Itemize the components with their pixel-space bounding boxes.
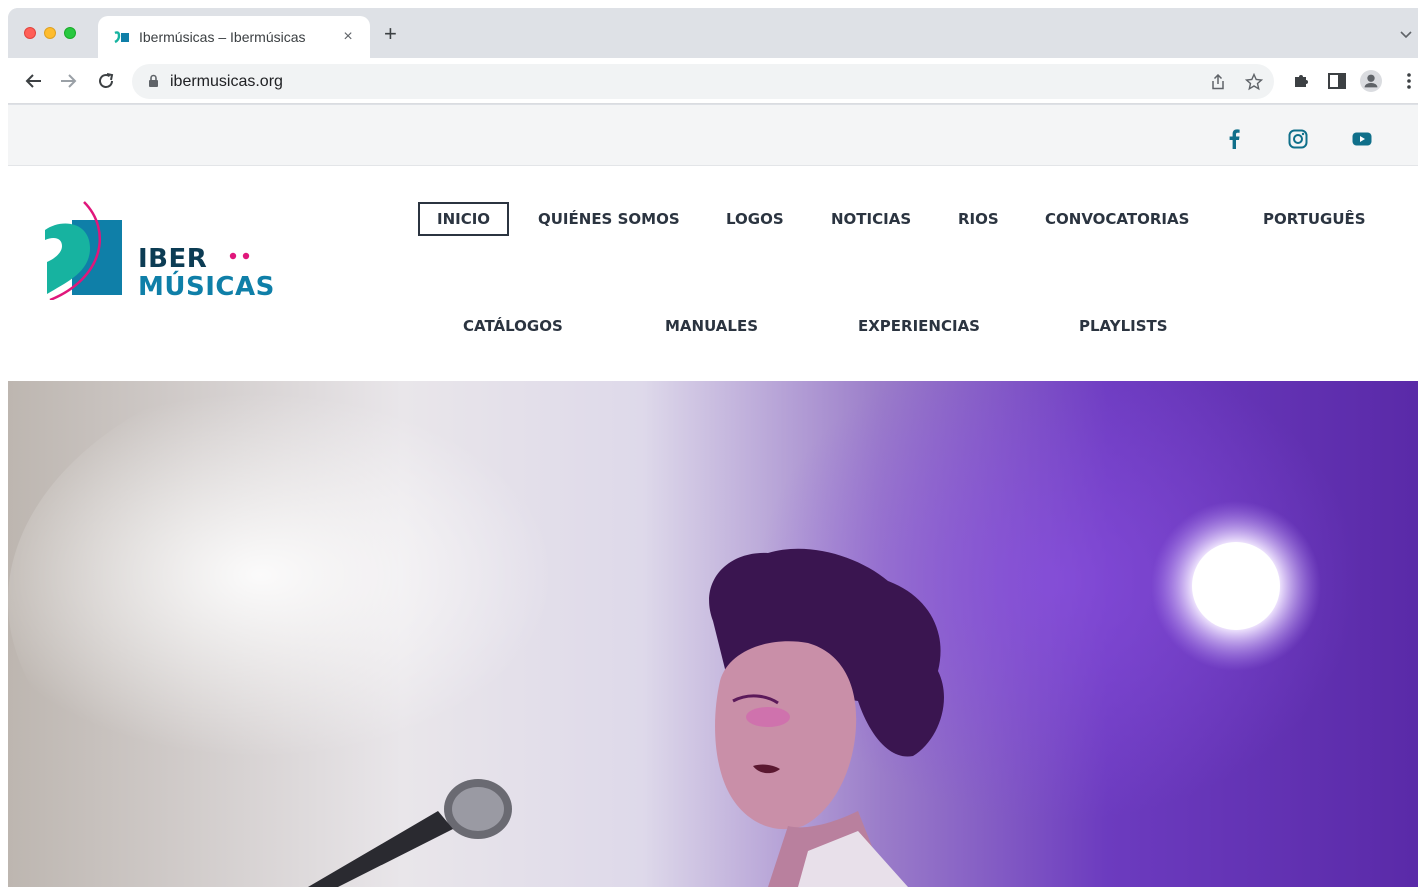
site-favicon-icon	[114, 29, 130, 45]
close-window-button[interactable]	[24, 27, 36, 39]
more-menu-icon[interactable]	[1398, 70, 1418, 92]
youtube-icon[interactable]	[1351, 129, 1373, 149]
nav-item-logos[interactable]: LOGOS	[726, 210, 784, 228]
nav-item-quienes-somos[interactable]: QUIÉNES SOMOS	[538, 210, 680, 228]
nav-item-catalogos[interactable]: CATÁLOGOS	[463, 317, 563, 335]
social-bar	[8, 105, 1418, 166]
new-tab-button[interactable]: +	[384, 23, 397, 45]
browser-tab[interactable]: Ibermúsicas – Ibermúsicas ×	[98, 16, 370, 58]
web-page: IBER MÚSICAS INICIO QUIÉNES SOMOS LOGOS …	[8, 105, 1418, 887]
nav-item-manuales[interactable]: MANUALES	[665, 317, 758, 335]
chevron-down-icon[interactable]	[1398, 26, 1414, 42]
url-text: ibermusicas.org	[170, 73, 283, 90]
logo-text-iber: IBER	[138, 244, 208, 274]
logo-dots-icon	[229, 252, 250, 260]
minimize-window-button[interactable]	[44, 27, 56, 39]
instagram-icon[interactable]	[1287, 129, 1309, 149]
nav-item-convocatorias[interactable]: CONVOCATORIAS	[1045, 210, 1189, 228]
browser-toolbar: ibermusicas.org	[8, 58, 1418, 104]
browser-window: Ibermúsicas – Ibermúsicas × + ibermusica…	[8, 8, 1418, 887]
site-header: IBER MÚSICAS INICIO QUIÉNES SOMOS LOGOS …	[8, 166, 1418, 381]
share-icon[interactable]	[1208, 72, 1228, 92]
lock-icon[interactable]	[148, 74, 159, 93]
site-logo[interactable]: IBER MÚSICAS	[42, 200, 292, 310]
nav-item-noticias[interactable]: NOTICIAS	[831, 210, 911, 228]
tab-title: Ibermúsicas – Ibermúsicas	[139, 29, 306, 45]
maximize-window-button[interactable]	[64, 27, 76, 39]
address-bar[interactable]: ibermusicas.org	[132, 64, 1274, 99]
nav-item-portugues[interactable]: PORTUGUÊS	[1263, 210, 1366, 228]
nav-item-experiencias[interactable]: EXPERIENCIAS	[858, 317, 980, 335]
hero-image	[8, 381, 1418, 887]
bookmark-star-icon[interactable]	[1244, 72, 1264, 92]
side-panel-icon[interactable]	[1326, 70, 1348, 92]
facebook-icon[interactable]	[1223, 129, 1245, 149]
nav-item-rios[interactable]: RIOS	[958, 210, 999, 228]
tab-strip: Ibermúsicas – Ibermúsicas × +	[8, 8, 1418, 58]
profile-avatar-icon[interactable]	[1360, 70, 1382, 92]
forward-arrow-icon[interactable]	[56, 69, 80, 93]
reload-icon[interactable]	[94, 69, 118, 93]
logo-text-musicas: MÚSICAS	[138, 272, 275, 302]
back-arrow-icon[interactable]	[22, 69, 46, 93]
nav-item-inicio[interactable]: INICIO	[418, 202, 510, 236]
nav-item-playlists[interactable]: PLAYLISTS	[1079, 317, 1168, 335]
tab-close-button[interactable]: ×	[338, 28, 358, 46]
extensions-puzzle-icon[interactable]	[1290, 70, 1312, 92]
